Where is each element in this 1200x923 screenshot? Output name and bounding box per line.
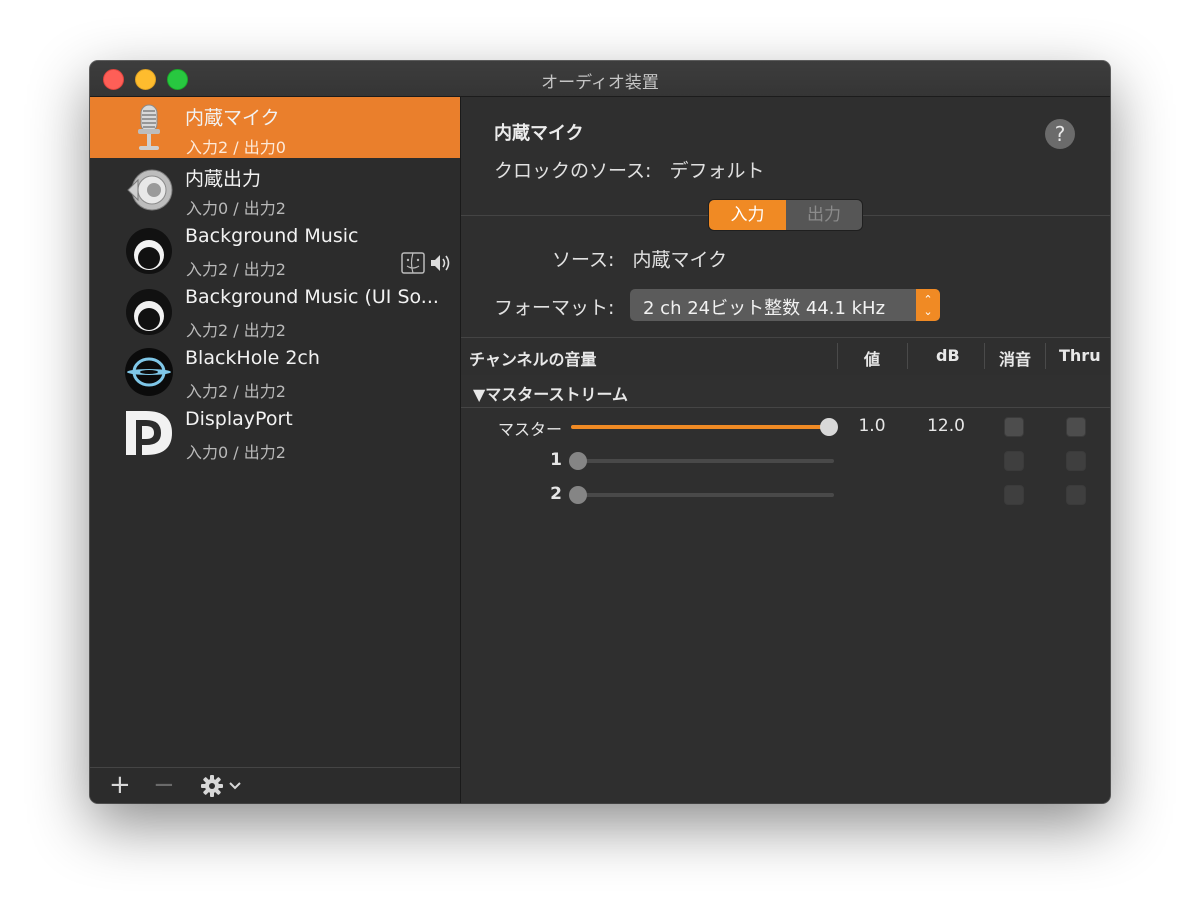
device-io: 入力2 / 出力0 — [186, 138, 286, 157]
volume-slider[interactable] — [571, 418, 838, 436]
device-title: 内蔵マイク — [494, 123, 584, 144]
slider-knob[interactable] — [569, 452, 587, 470]
header-thru[interactable]: Thru — [1059, 346, 1101, 365]
master-stream-group[interactable]: ▼マスターストリーム — [461, 375, 1110, 408]
channel-label: 1 — [550, 450, 562, 470]
mute-checkbox[interactable] — [1004, 417, 1024, 437]
volume-table-header: チャンネルの音量 値 dB 消音 Thru — [461, 337, 1110, 377]
device-badges — [401, 252, 450, 274]
format-select[interactable]: 2 ch 24ビット整数 44.1 kHz ⌃ ⌃ — [630, 289, 940, 321]
device-item-builtin-mic[interactable]: 内蔵マイク 入力2 / 出力0 — [90, 97, 460, 158]
gear-icon[interactable] — [200, 775, 246, 797]
channel-label: マスター — [497, 420, 562, 439]
clock-source-label: クロックのソース: — [494, 160, 652, 182]
channel-row-master: マスター 1.0 12.0 — [461, 411, 1110, 441]
device-item-displayport[interactable]: DisplayPort 入力0 / 出力2 — [90, 402, 460, 463]
source-label: ソース: — [552, 249, 615, 271]
help-button[interactable]: ? — [1045, 119, 1075, 149]
header-mute[interactable]: 消音 — [999, 346, 1031, 370]
device-name: DisplayPort — [185, 408, 293, 430]
background-music-icon — [126, 228, 172, 274]
tab-output[interactable]: 出力 — [786, 200, 862, 230]
mute-checkbox[interactable] — [1004, 451, 1024, 471]
thru-checkbox[interactable] — [1066, 485, 1086, 505]
source-value: 内蔵マイク — [632, 249, 728, 271]
column-separator — [907, 343, 908, 369]
thru-checkbox[interactable] — [1066, 417, 1086, 437]
background-music-icon — [126, 289, 172, 335]
speaker-icon — [127, 169, 173, 211]
device-name: Background Music — [185, 225, 359, 247]
device-name: BlackHole 2ch — [185, 347, 320, 369]
column-separator — [984, 343, 985, 369]
device-name: 内蔵マイク — [185, 107, 280, 129]
header-db[interactable]: dB — [936, 346, 960, 365]
format-label: フォーマット: — [494, 297, 615, 319]
device-io: 入力2 / 出力2 — [186, 260, 286, 279]
device-item-builtin-output[interactable]: 内蔵出力 入力0 / 出力2 — [90, 158, 460, 219]
clock-source-value[interactable]: デフォルト — [670, 160, 765, 182]
audio-devices-window: オーディオ装置 内蔵マイク 入力2 / 出力0 内蔵出力 入力0 / 出力2 B… — [90, 61, 1110, 803]
device-item-background-music-ui[interactable]: Background Music (UI So... 入力2 / 出力2 — [90, 280, 460, 341]
slider-knob[interactable] — [820, 418, 838, 436]
device-item-blackhole[interactable]: BlackHole 2ch 入力2 / 出力2 — [90, 341, 460, 402]
window-title: オーディオ装置 — [541, 73, 659, 93]
channel-row-2: 2 — [461, 479, 1110, 509]
device-io: 入力0 / 出力2 — [186, 199, 286, 218]
blackhole-icon — [125, 348, 173, 396]
clock-source-row: クロックのソース: デフォルト — [494, 156, 765, 183]
device-list-footer: + − — [90, 767, 460, 803]
device-detail-panel: 内蔵マイク ? クロックのソース: デフォルト 入力 出力 ソース: 内蔵マイク… — [461, 97, 1110, 803]
channel-label: 2 — [550, 484, 562, 504]
device-io: 入力0 / 出力2 — [186, 443, 286, 462]
channel-row-1: 1 — [461, 445, 1110, 475]
add-device-button[interactable]: + — [109, 772, 131, 798]
column-separator — [837, 343, 838, 369]
slider-fill — [571, 425, 834, 429]
channel-value: 1.0 — [858, 416, 886, 436]
group-label: ▼マスターストリーム — [473, 385, 629, 404]
source-row: ソース: 内蔵マイク — [552, 245, 727, 272]
mute-checkbox[interactable] — [1004, 485, 1024, 505]
device-list: 内蔵マイク 入力2 / 出力0 内蔵出力 入力0 / 出力2 Backgroun… — [90, 97, 461, 803]
device-io: 入力2 / 出力2 — [186, 321, 286, 340]
remove-device-button[interactable]: − — [153, 772, 175, 798]
device-io: 入力2 / 出力2 — [186, 382, 286, 401]
column-separator — [1045, 343, 1046, 369]
header-channel[interactable]: チャンネルの音量 — [469, 346, 597, 370]
format-value: 2 ch 24ビット整数 44.1 kHz — [643, 298, 886, 319]
slider-knob[interactable] — [569, 486, 587, 504]
device-item-background-music[interactable]: Background Music 入力2 / 出力2 — [90, 219, 460, 280]
volume-slider[interactable] — [569, 486, 834, 504]
header-value[interactable]: 値 — [864, 346, 880, 370]
volume-icon — [431, 255, 450, 271]
tab-input[interactable]: 入力 — [709, 200, 786, 230]
finder-icon — [401, 252, 425, 274]
displayport-icon — [126, 411, 172, 455]
volume-slider[interactable] — [569, 452, 834, 470]
channel-db: 12.0 — [927, 416, 965, 436]
device-name: Background Music (UI So... — [185, 286, 439, 308]
io-segmented-control: 入力 出力 — [709, 200, 862, 230]
thru-checkbox[interactable] — [1066, 451, 1086, 471]
title-bar: オーディオ装置 — [90, 61, 1110, 97]
select-stepper-icon: ⌃ ⌃ — [916, 289, 940, 321]
device-name: 内蔵出力 — [185, 168, 262, 190]
microphone-icon — [138, 104, 160, 150]
chevron-down-icon — [229, 782, 241, 790]
